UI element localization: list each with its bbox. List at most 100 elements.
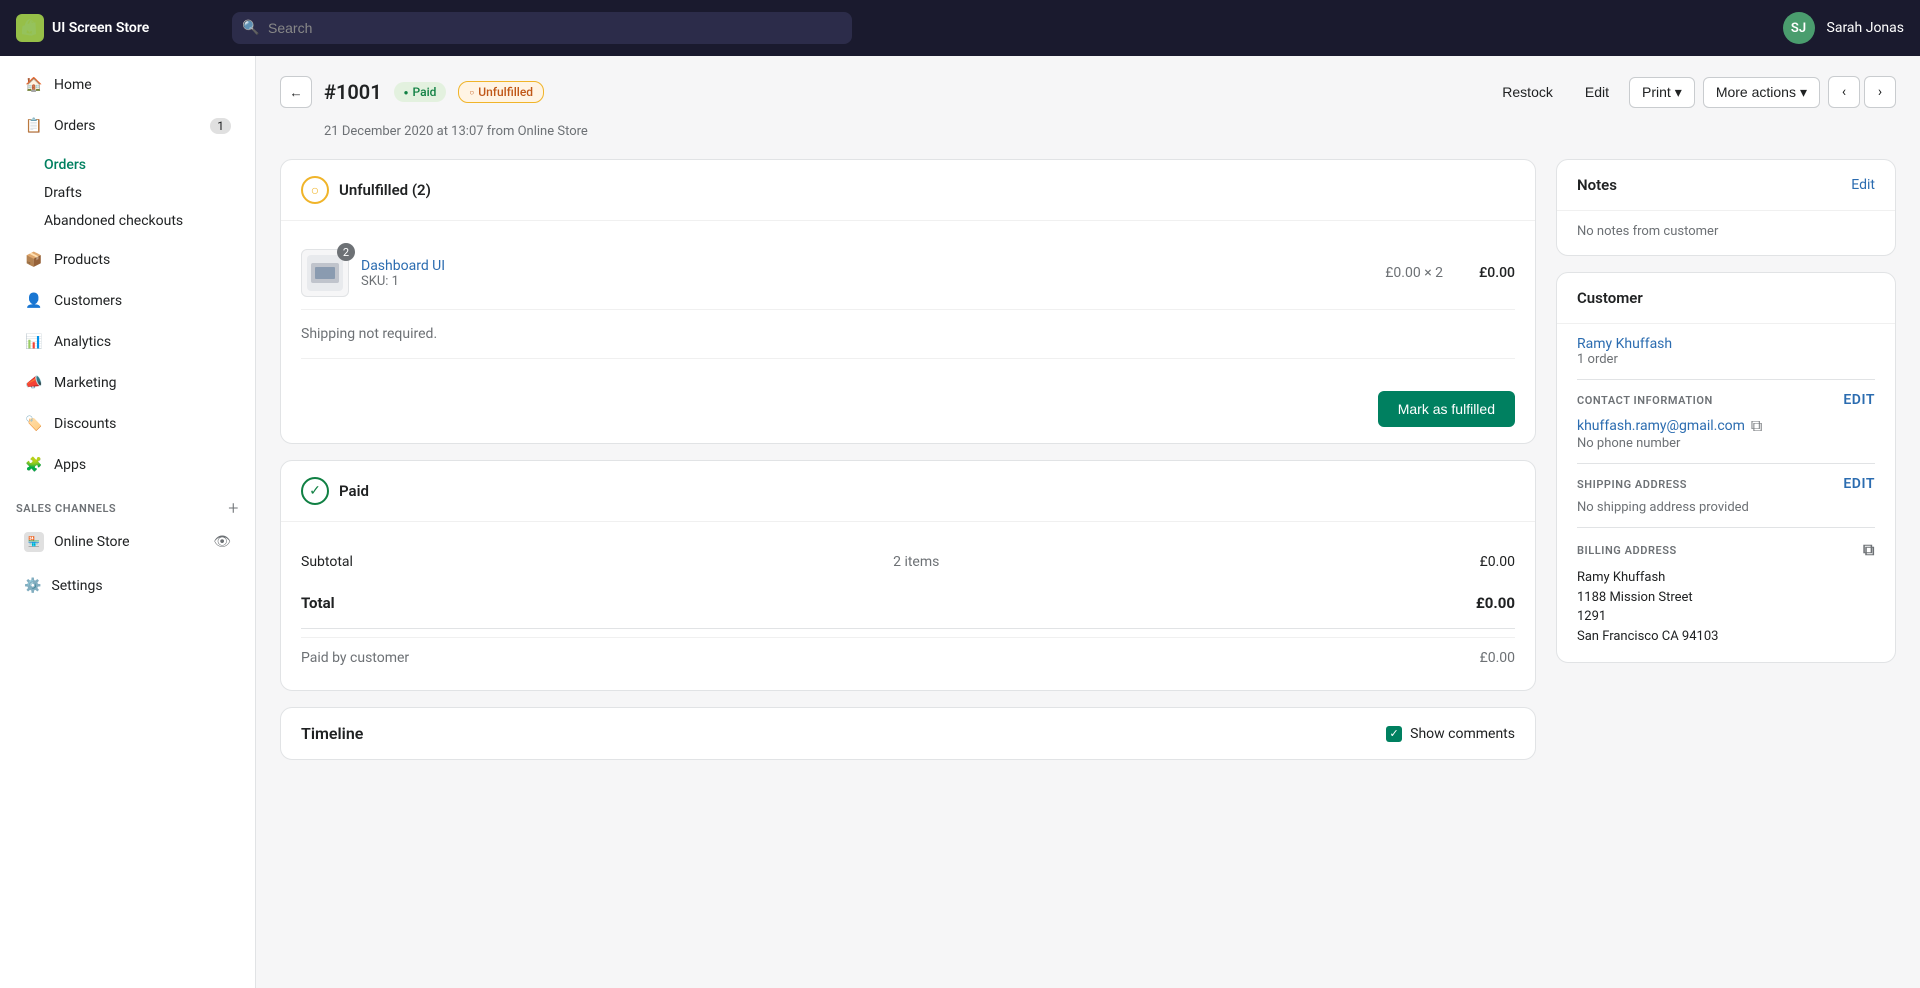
sidebar-item-discounts[interactable]: 🏷️ Discounts [8,404,247,444]
product-total: £0.00 [1455,265,1515,281]
print-button[interactable]: Print ▾ [1629,77,1695,108]
page-header: ← #1001 Paid Unfulfilled Restock Edit Pr… [280,76,1896,108]
store-name: UI Screen Store [52,20,149,36]
timeline-header: Timeline ✓ Show comments [281,708,1535,759]
sidebar-sub-orders[interactable]: Orders [44,151,255,179]
customer-orders-count: 1 order [1577,352,1875,367]
payment-card: ✓ Paid Subtotal 2 items £0.00 Total £0.0… [280,460,1536,691]
print-label: Print [1642,84,1671,100]
sidebar-sub-abandoned[interactable]: Abandoned checkouts [44,207,255,235]
back-button[interactable]: ← [280,76,312,108]
timeline-card: Timeline ✓ Show comments [280,707,1536,760]
next-order-button[interactable]: › [1864,76,1896,108]
copy-billing-icon[interactable]: ⧉ [1863,540,1875,560]
product-unit-price: £0.00 × 2 [1385,265,1443,281]
notes-card-header: Notes Edit [1557,160,1895,211]
sidebar-item-customers[interactable]: 👤 Customers [8,281,247,321]
search-icon: 🔍 [242,20,259,36]
product-quantity-badge: 2 [337,243,355,261]
sidebar-item-marketing[interactable]: 📣 Marketing [8,363,247,403]
sidebar-item-orders[interactable]: 📋 Orders 1 [8,106,247,146]
subtotal-label: Subtotal [301,554,353,570]
total-line: Total £0.00 [301,586,1515,620]
sidebar-apps-label: Apps [54,457,86,473]
sidebar-item-home[interactable]: 🏠 Home [8,65,247,105]
sub-abandoned-label: Abandoned checkouts [44,213,183,229]
online-store-icon: 🏪 [24,532,44,552]
top-navigation: UI Screen Store 🔍 SJ Sarah Jonas [0,0,1920,56]
total-label: Total [301,594,335,612]
notes-empty: No notes from customer [1577,224,1718,239]
customer-name-link[interactable]: Ramy Khuffash [1577,336,1875,352]
customer-card-header: Customer [1557,273,1895,324]
avatar: SJ [1783,12,1815,44]
notes-edit-button[interactable]: Edit [1851,177,1875,193]
unfulfilled-badge: Unfulfilled [458,81,544,103]
show-comments-toggle[interactable]: ✓ Show comments [1386,726,1515,742]
content-grid: ○ Unfulfilled (2) [280,159,1896,776]
product-name[interactable]: Dashboard UI [361,258,1373,274]
sidebar-discounts-label: Discounts [54,416,116,432]
sidebar-item-settings[interactable]: ⚙️ Settings [8,568,247,604]
product-image-wrap: 2 [301,249,349,297]
username: Sarah Jonas [1827,20,1904,36]
restock-button[interactable]: Restock [1490,78,1565,106]
sidebar-orders-submenu: Orders Drafts Abandoned checkouts [0,147,255,239]
unfulfilled-title: Unfulfilled (2) [339,181,431,199]
notes-card-body: No notes from customer [1557,211,1895,255]
subtotal-amount: £0.00 [1480,554,1515,570]
subtotal-line: Subtotal 2 items £0.00 [301,538,1515,586]
page-actions: Restock Edit Print ▾ More actions ▾ ‹ › [1490,76,1896,108]
brand: UI Screen Store [16,14,216,42]
more-actions-button[interactable]: More actions ▾ [1703,77,1820,108]
sub-drafts-label: Drafts [44,185,82,201]
customer-card: Customer Ramy Khuffash 1 order CONTACT I… [1556,272,1896,663]
chevron-left-icon: ‹ [1842,84,1846,100]
sidebar-item-apps[interactable]: 🧩 Apps [8,445,247,485]
sidebar-item-online-store[interactable]: 🏪 Online Store 👁 [8,524,247,560]
show-comments-checkbox[interactable]: ✓ [1386,726,1402,742]
back-icon: ← [289,85,302,100]
copy-email-icon[interactable]: ⧉ [1751,416,1762,436]
contact-edit-button[interactable]: Edit [1843,392,1875,408]
customer-info-body: Ramy Khuffash 1 order CONTACT INFORMATIO… [1557,324,1895,662]
search-bar[interactable]: 🔍 [232,12,852,44]
more-actions-chevron-icon: ▾ [1800,84,1807,101]
page-title: #1001 [324,80,382,104]
prev-order-button[interactable]: ‹ [1828,76,1860,108]
sidebar-item-products[interactable]: 📦 Products [8,240,247,280]
sidebar-item-analytics[interactable]: 📊 Analytics [8,322,247,362]
more-actions-label: More actions [1716,84,1796,100]
search-input[interactable] [232,12,852,44]
customers-icon: 👤 [24,291,44,311]
eye-icon[interactable]: 👁 [213,534,231,550]
sales-channels-section: SALES CHANNELS + [0,486,255,523]
shipping-edit-button[interactable]: Edit [1843,476,1875,492]
add-channel-button[interactable]: + [228,498,239,519]
main-content: ← #1001 Paid Unfulfilled Restock Edit Pr… [256,56,1920,988]
unfulfilled-card: ○ Unfulfilled (2) [280,159,1536,444]
payment-card-header: ✓ Paid [281,461,1535,522]
sidebar-marketing-label: Marketing [54,375,117,391]
unfulfilled-card-footer: Mark as fulfilled [281,375,1535,443]
timeline-title: Timeline [301,724,363,743]
settings-icon: ⚙️ [24,578,41,594]
billing-address: Ramy Khuffash 1188 Mission Street 1291 S… [1577,568,1875,646]
customer-email[interactable]: khuffash.ramy@gmail.com ⧉ [1577,416,1875,436]
unfulfilled-card-body: 2 Dashboard UI SKU: 1 £0.00 × 2 £0.00 [281,221,1535,375]
unfulfilled-icon: ○ [301,176,329,204]
payment-card-body: Subtotal 2 items £0.00 Total £0.00 Paid … [281,522,1535,690]
paid-by-amount: £0.00 [1480,650,1515,666]
sidebar-customers-label: Customers [54,293,122,309]
discounts-icon: 🏷️ [24,414,44,434]
shipping-note: Shipping not required. [301,310,1515,359]
sidebar-sub-drafts[interactable]: Drafts [44,179,255,207]
edit-button[interactable]: Edit [1573,78,1621,106]
paid-by-line: Paid by customer £0.00 [301,637,1515,674]
product-sku: SKU: 1 [361,274,1373,289]
mark-fulfilled-button[interactable]: Mark as fulfilled [1378,391,1515,427]
analytics-icon: 📊 [24,332,44,352]
apps-icon: 🧩 [24,455,44,475]
shopify-logo [16,14,44,42]
left-column: ○ Unfulfilled (2) [280,159,1536,776]
